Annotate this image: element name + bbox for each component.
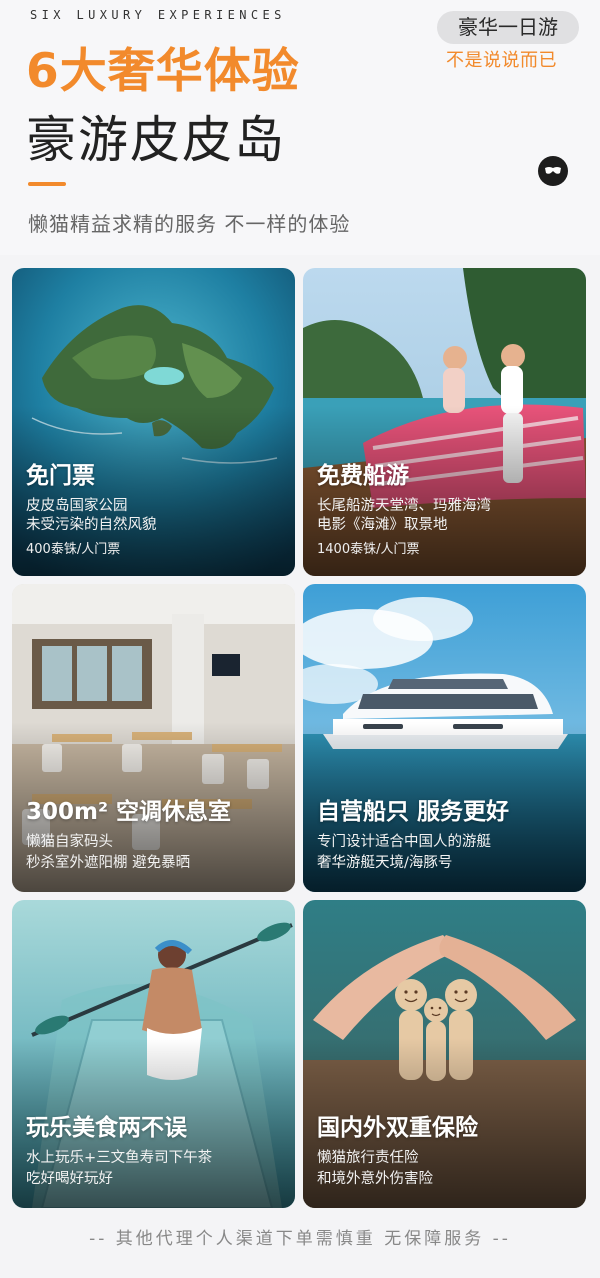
header: SIX LUXURY EXPERIENCES 6大奢华体验 豪游皮皮岛 懒猫精益… bbox=[0, 0, 600, 255]
card-title: 免费船游 bbox=[317, 463, 409, 489]
card-desc-line: 吃好喝好玩好 bbox=[26, 1171, 113, 1187]
card-title: 自营船只 服务更好 bbox=[317, 799, 510, 825]
tour-badge-subtitle: 不是说说而已 bbox=[446, 50, 557, 71]
card-desc-line: 水上玩乐+三文鱼寿司下午茶 bbox=[26, 1150, 213, 1166]
page-title-highlight: 6大奢华体验 bbox=[26, 44, 300, 99]
card-price: 1400泰铢/人门票 bbox=[317, 542, 420, 557]
card-desc-line: 懒猫自家码头 bbox=[26, 834, 113, 850]
tour-badge: 豪华一日游 bbox=[437, 11, 579, 44]
card-title: 300m² 空调休息室 bbox=[26, 799, 232, 825]
card-desc-line: 奢华游艇天境/海豚号 bbox=[317, 855, 453, 871]
card-title: 免门票 bbox=[26, 463, 95, 489]
eyebrow-text: SIX LUXURY EXPERIENCES bbox=[30, 8, 286, 22]
card-desc-line: 和境外意外伤害险 bbox=[317, 1171, 433, 1187]
footer-disclaimer: -- 其他代理个人渠道下单需慎重 无保障服务 -- bbox=[89, 1229, 511, 1249]
feature-card-fun-and-food[interactable]: 玩乐美食两不误 水上玩乐+三文鱼寿司下午茶 吃好喝好玩好 bbox=[12, 900, 295, 1208]
feature-card-lounge[interactable]: 300m² 空调休息室 懒猫自家码头 秒杀室外遮阳棚 避免暴晒 bbox=[12, 584, 295, 892]
card-desc-line: 秒杀室外遮阳棚 避免暴晒 bbox=[26, 855, 191, 871]
card-desc-line: 皮皮岛国家公园 bbox=[26, 498, 128, 514]
card-desc-line: 长尾船游天堂湾、玛雅海湾 bbox=[317, 498, 491, 514]
card-desc-line: 专门设计适合中国人的游艇 bbox=[317, 834, 491, 850]
card-price: 400泰铢/人门票 bbox=[26, 542, 121, 557]
feature-card-insurance[interactable]: 国内外双重保险 懒猫旅行责任险 和境外意外伤害险 bbox=[303, 900, 586, 1208]
card-desc-line: 电影《海滩》取景地 bbox=[317, 517, 448, 533]
feature-card-own-yacht[interactable]: 自营船只 服务更好 专门设计适合中国人的游艇 奢华游艇天境/海豚号 bbox=[303, 584, 586, 892]
card-title: 玩乐美食两不误 bbox=[26, 1115, 187, 1141]
page: SIX LUXURY EXPERIENCES 6大奢华体验 豪游皮皮岛 懒猫精益… bbox=[0, 0, 600, 1278]
page-title: 豪游皮皮岛 bbox=[26, 111, 286, 169]
feature-card-free-boat-tour[interactable]: 免费船游 长尾船游天堂湾、玛雅海湾 电影《海滩》取景地 1400泰铢/人门票 bbox=[303, 268, 586, 576]
card-desc-line: 未受污染的自然风貌 bbox=[26, 517, 157, 533]
mask-icon[interactable] bbox=[538, 156, 568, 186]
accent-divider bbox=[28, 182, 66, 186]
card-title: 国内外双重保险 bbox=[317, 1115, 478, 1141]
card-desc-line: 懒猫旅行责任险 bbox=[317, 1150, 419, 1166]
feature-card-free-ticket[interactable]: 免门票 皮皮岛国家公园 未受污染的自然风貌 400泰铢/人门票 bbox=[12, 268, 295, 576]
page-subtitle: 懒猫精益求精的服务 不一样的体验 bbox=[28, 212, 351, 236]
